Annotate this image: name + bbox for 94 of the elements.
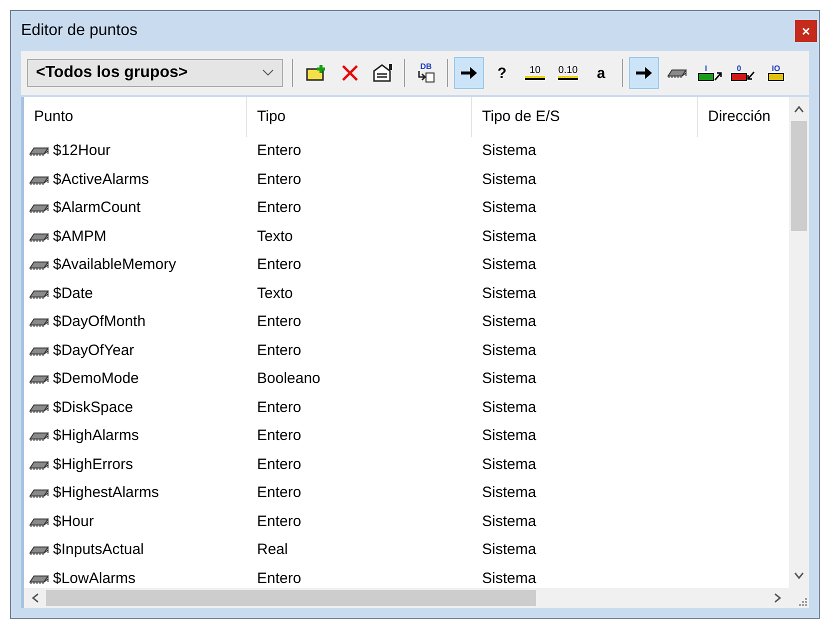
toolbar-button[interactable]: DB bbox=[411, 57, 441, 89]
vertical-scrollbar[interactable] bbox=[789, 97, 809, 588]
column-header[interactable]: Dirección bbox=[698, 97, 789, 137]
toolbar-button[interactable] bbox=[629, 57, 659, 89]
type-char-icon: ? bbox=[497, 66, 507, 80]
chip-icon bbox=[28, 202, 50, 214]
chip-icon bbox=[28, 458, 50, 471]
table-cell-text: Sistema bbox=[481, 540, 538, 560]
table-cell-text: $Date bbox=[53, 284, 94, 304]
chip-icon bbox=[28, 430, 50, 442]
table-cell-text: Sistema bbox=[481, 170, 538, 190]
table-cell-text: Entero bbox=[256, 512, 302, 532]
chip-icon bbox=[28, 572, 50, 585]
table-cell-text: Sistema bbox=[481, 454, 538, 474]
table-cell-text: Sistema bbox=[481, 284, 538, 304]
table-cell-text: $12Hour bbox=[53, 141, 111, 161]
table-cell-text: $Hour bbox=[53, 512, 94, 532]
table-cell-text: Sistema bbox=[481, 255, 538, 275]
table-cell-text: $HighAlarms bbox=[53, 426, 139, 446]
toolbar-button[interactable]: a bbox=[586, 57, 616, 89]
column-header[interactable]: Tipo bbox=[247, 97, 472, 137]
table-cell-text: Texto bbox=[256, 284, 294, 304]
table-cell-text: $DayOfYear bbox=[53, 340, 134, 360]
scrollbar-thumb[interactable] bbox=[46, 590, 536, 606]
toolbar-button[interactable]: 10 bbox=[520, 57, 550, 89]
window-title: Editor de puntos bbox=[21, 21, 138, 41]
table-cell-text: Sistema bbox=[481, 369, 538, 389]
table-cell-text: Sistema bbox=[481, 198, 538, 218]
table-cell-text: Sistema bbox=[481, 512, 538, 532]
folder-add-icon bbox=[306, 64, 328, 82]
table-cell-text: Real bbox=[256, 540, 289, 560]
chip-icon bbox=[28, 487, 50, 500]
table-cell-text: $LowAlarms bbox=[53, 568, 136, 588]
table-cell-text: Sistema bbox=[481, 483, 538, 503]
table-cell-text: Texto bbox=[256, 226, 294, 246]
table-cell-text: $DiskSpace bbox=[53, 398, 134, 418]
chip-icon bbox=[28, 230, 50, 243]
table-cell-text: Sistema bbox=[481, 141, 538, 161]
table-cell-text: $AMPM bbox=[53, 226, 106, 246]
chip-icon bbox=[28, 174, 50, 186]
delete-icon bbox=[341, 64, 359, 82]
toolbar-button[interactable]: IO bbox=[761, 57, 791, 89]
chip-icon bbox=[28, 316, 50, 328]
toolbar-button[interactable] bbox=[454, 57, 484, 89]
toolbar-button[interactable]: I bbox=[695, 57, 725, 89]
table-cell-text: $AvailableMemory bbox=[53, 255, 176, 275]
table-cell-text: $HighestAlarms bbox=[53, 483, 159, 503]
table-cell-text: $ActiveAlarms bbox=[53, 170, 149, 190]
table-cell-text: Sistema bbox=[481, 398, 538, 418]
table-cell-text: Sistema bbox=[481, 340, 538, 360]
chip-icon bbox=[28, 344, 50, 357]
arrow-right-icon bbox=[460, 66, 478, 80]
chip-icon bbox=[28, 259, 50, 272]
table-cell-text: Entero bbox=[256, 398, 302, 418]
table-cell-text: $AlarmCount bbox=[53, 198, 141, 218]
column-header[interactable]: Tipo de E/S bbox=[472, 97, 698, 137]
table-cell-text: $HighErrors bbox=[53, 454, 134, 474]
group-dropdown[interactable]: <Todos los grupos> bbox=[27, 59, 283, 87]
close-button[interactable]: × bbox=[795, 20, 817, 42]
toolbar-button[interactable]: 0.10 bbox=[553, 57, 583, 89]
chip-icon bbox=[28, 373, 50, 386]
table-cell-text: Entero bbox=[256, 255, 302, 275]
table-cell-text: Entero bbox=[256, 170, 302, 190]
column-header[interactable]: Punto bbox=[24, 97, 247, 137]
table-cell-text: Sistema bbox=[481, 426, 538, 446]
chevron-down-icon bbox=[262, 69, 274, 77]
chip-icon bbox=[28, 402, 50, 414]
toolbar-button[interactable]: ? bbox=[487, 57, 517, 89]
table-cell-text: Sistema bbox=[481, 312, 538, 332]
table-cell-text: Sistema bbox=[481, 226, 538, 246]
resize-grip-icon[interactable] bbox=[797, 596, 807, 606]
arrow-right-icon bbox=[635, 66, 653, 80]
table-cell-text: $DayOfMonth bbox=[53, 312, 146, 332]
type-char-icon: a bbox=[596, 66, 606, 80]
table-cell-text: Entero bbox=[256, 568, 302, 588]
table-cell-text: Entero bbox=[256, 141, 302, 161]
table-cell-text: Entero bbox=[256, 483, 302, 503]
horizontal-scrollbar[interactable] bbox=[24, 588, 789, 608]
table-cell-text: Entero bbox=[256, 454, 302, 474]
table-cell-text: Entero bbox=[256, 198, 302, 218]
chip-icon bbox=[28, 145, 50, 158]
table-cell-text: $InputsActual bbox=[53, 540, 144, 560]
chip-icon bbox=[28, 288, 50, 300]
chip-icon bbox=[28, 516, 50, 528]
table-cell-text: Entero bbox=[256, 312, 302, 332]
chip-icon bbox=[665, 67, 689, 79]
chip-icon bbox=[28, 544, 50, 556]
scrollbar-thumb[interactable] bbox=[791, 121, 807, 231]
toolbar-button[interactable]: 0 bbox=[728, 57, 758, 89]
table-cell-text: $DemoMode bbox=[53, 369, 139, 389]
table-cell-text: Entero bbox=[256, 426, 302, 446]
table-cell-text: Booleano bbox=[256, 369, 322, 389]
table-cell-text: Sistema bbox=[481, 568, 538, 588]
table-cell-text: Entero bbox=[256, 340, 302, 360]
